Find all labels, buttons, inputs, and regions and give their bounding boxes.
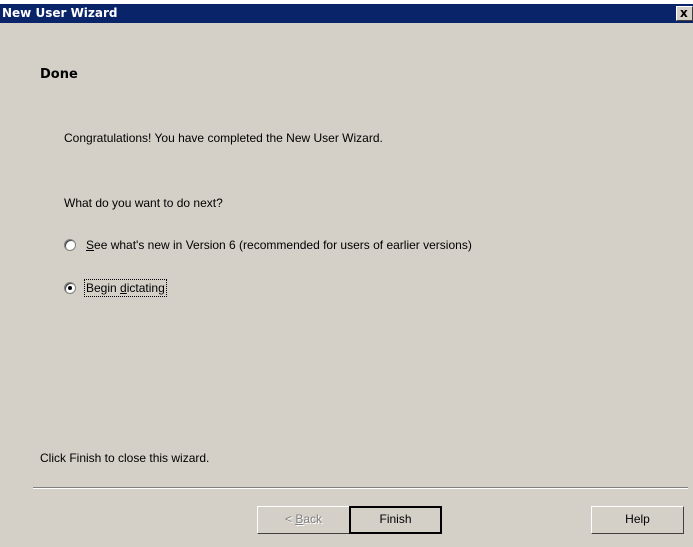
option-whats-new[interactable]: See what's new in Version 6 (recommended… (64, 238, 472, 252)
finish-button[interactable]: Finish (349, 506, 442, 534)
close-icon: x (680, 6, 688, 20)
wizard-window: New User Wizard x Done Congratulations! … (0, 4, 693, 547)
back-button[interactable]: < Back (257, 506, 350, 534)
radio-whats-new[interactable] (64, 239, 76, 251)
window-title: New User Wizard (2, 6, 118, 20)
help-button[interactable]: Help (591, 506, 684, 534)
option-whats-new-label: See what's new in Version 6 (recommended… (86, 238, 472, 252)
radio-begin-dictating[interactable] (64, 282, 76, 294)
button-divider (33, 487, 688, 489)
page-heading: Done (40, 67, 78, 82)
finish-instruction-text: Click Finish to close this wizard. (40, 451, 210, 465)
close-button[interactable]: x (676, 6, 693, 21)
congratulations-text: Congratulations! You have completed the … (64, 131, 383, 145)
title-bar[interactable]: New User Wizard x (0, 4, 693, 23)
option-begin-dictating[interactable]: Begin dictating (64, 279, 167, 297)
next-step-question: What do you want to do next? (64, 196, 223, 210)
option-begin-dictating-label: Begin dictating (84, 279, 167, 297)
